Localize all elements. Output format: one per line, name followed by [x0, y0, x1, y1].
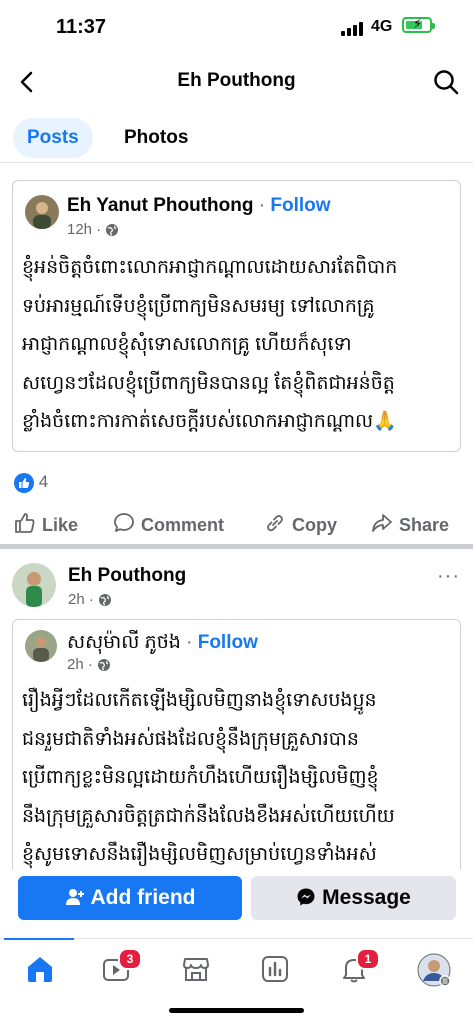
tab-video[interactable]: 3 — [100, 948, 142, 985]
post-meta: 2h · — [68, 591, 112, 608]
tab-profile[interactable] — [417, 953, 451, 987]
tab-marketplace[interactable] — [180, 953, 212, 985]
tab-notifications[interactable]: 1 — [338, 948, 380, 985]
avatar[interactable] — [12, 563, 56, 607]
post-time[interactable]: 2h — [67, 656, 84, 673]
post-meta: 12h · — [67, 221, 119, 238]
avatar[interactable] — [25, 195, 59, 229]
reaction-count: 4 — [38, 472, 49, 491]
like-reaction-icon — [14, 472, 34, 493]
post-card: Eh Pouthong 2h · ··· សសុម៉ាលី ភូថង · Fol… — [0, 549, 473, 869]
profile-photo-icon — [12, 563, 56, 607]
post-card: Eh Yanut Phouthong · Follow 12h · ខ្ញុំអ… — [0, 162, 473, 548]
shared-author-line: Eh Yanut Phouthong · Follow — [67, 195, 331, 216]
network-label: 4G — [371, 18, 393, 35]
post-text: រឿងអ្វីៗដែលកើតឡើងម្សិលមិញនាងខ្ញុំទោសបងប្… — [22, 690, 395, 865]
search-icon — [434, 70, 459, 95]
shared-author-line: សសុម៉ាលី ភូថង · Follow — [67, 632, 258, 653]
share-arrow-icon — [372, 514, 392, 532]
home-indicator — [169, 1008, 304, 1013]
profile-action-bar: Add friend Message — [0, 869, 473, 931]
video-badge: 3 — [118, 948, 142, 970]
status-bar: 11:37 4G ⚡ — [0, 0, 473, 56]
comment-button[interactable]: Comment — [113, 512, 224, 536]
shared-post[interactable]: សសុម៉ាលី ភូថង · Follow 2h · រឿងអ្វីៗដែលក… — [12, 619, 461, 869]
more-options-icon[interactable]: ··· — [437, 565, 460, 588]
active-tab-indicator — [4, 938, 74, 940]
copy-button[interactable]: Copy — [264, 512, 337, 536]
globe-icon — [98, 659, 111, 672]
message-button[interactable]: Message — [251, 876, 456, 920]
follow-button[interactable]: Follow — [270, 195, 330, 216]
like-button[interactable]: Like — [14, 512, 78, 536]
share-button[interactable]: Share — [371, 512, 449, 536]
home-icon — [28, 957, 52, 982]
shared-author-name[interactable]: សសុម៉ាលី ភូថង — [67, 632, 181, 653]
profile-avatar-icon — [417, 953, 451, 987]
charging-bolt-icon: ⚡ — [413, 16, 423, 31]
post-actions: Like Comment Copy Share — [0, 500, 473, 548]
post-author[interactable]: Eh Pouthong — [68, 565, 186, 587]
reaction-summary[interactable]: 4 — [14, 472, 48, 496]
globe-icon — [99, 594, 112, 607]
profile-tabs: Posts Photos — [0, 114, 473, 163]
tab-dashboard[interactable] — [259, 953, 291, 985]
post-text: ខ្ញុំអន់ចិត្តចំពោះលោកអាជ្ញាកណ្តាលដោយសារត… — [22, 257, 398, 432]
comment-icon — [114, 513, 134, 532]
bottom-tab-bar: 3 1 — [0, 938, 473, 1009]
messenger-icon — [297, 888, 315, 906]
tab-posts[interactable]: Posts — [13, 118, 93, 158]
shared-author-name[interactable]: Eh Yanut Phouthong — [67, 195, 253, 216]
link-icon — [267, 515, 283, 532]
avatar[interactable] — [25, 630, 57, 662]
follow-button[interactable]: Follow — [198, 632, 258, 653]
post-meta: 2h · — [67, 656, 111, 673]
globe-icon — [106, 224, 119, 237]
notifications-badge: 1 — [356, 948, 380, 970]
page-title: Eh Pouthong — [177, 70, 296, 91]
profile-photo-icon — [25, 630, 57, 662]
post-time[interactable]: 2h — [68, 591, 85, 608]
shared-post[interactable]: Eh Yanut Phouthong · Follow 12h · ខ្ញុំអ… — [12, 180, 461, 452]
dashboard-icon — [262, 956, 288, 982]
signal-icon — [341, 22, 365, 36]
thumbs-up-icon — [15, 513, 35, 533]
status-time: 11:37 — [56, 16, 107, 38]
search-button[interactable] — [432, 68, 460, 96]
add-friend-button[interactable]: Add friend — [18, 876, 242, 920]
add-friend-icon — [65, 889, 84, 905]
tab-photos[interactable]: Photos — [110, 118, 202, 158]
battery-icon: ⚡ — [402, 16, 435, 33]
post-time[interactable]: 12h — [67, 221, 92, 238]
tab-home[interactable] — [24, 953, 56, 985]
top-nav: Eh Pouthong — [0, 56, 473, 108]
profile-photo-icon — [25, 195, 59, 229]
marketplace-icon — [183, 958, 209, 981]
